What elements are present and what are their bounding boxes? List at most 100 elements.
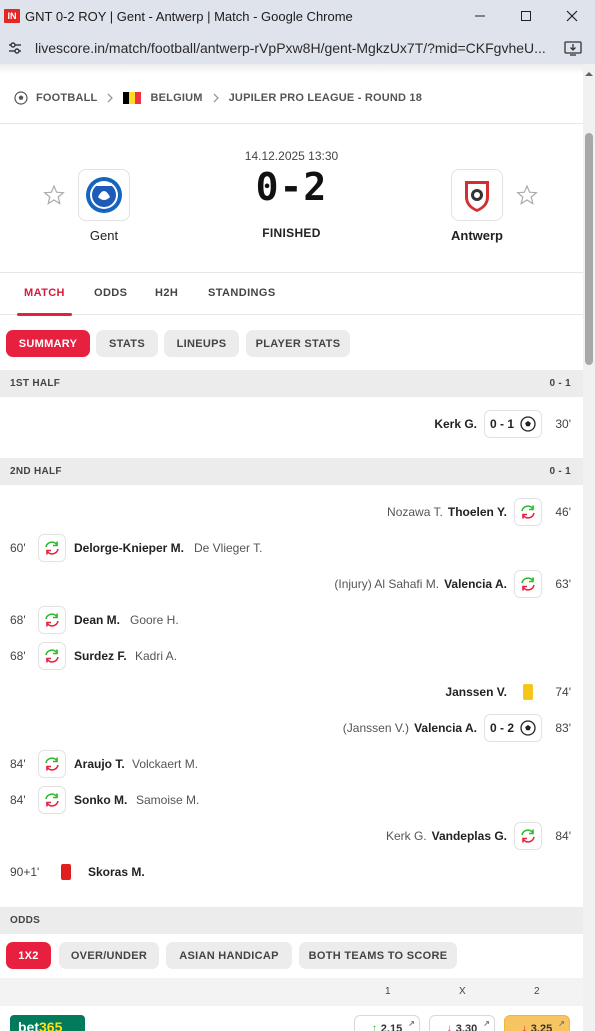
substitution-icon (45, 613, 59, 627)
event-row[interactable]: 60' Delorge-Knieper M. De Vlieger T. (0, 533, 583, 563)
subtab-player-stats[interactable]: PLAYER STATS (246, 330, 350, 357)
event-assist[interactable]: (Injury) Al Sahafi M. (334, 577, 439, 591)
event-player[interactable]: Dean M. (74, 613, 120, 627)
event-player[interactable]: Sonko M. (74, 793, 127, 807)
odds-up-arrow-icon: ↑ (371, 1023, 377, 1031)
browser-titlebar: IN GNT 0-2 ROY | Gent - Antwerp | Match … (0, 0, 595, 32)
subtab-lineups[interactable]: LINEUPS (164, 330, 239, 357)
address-bar: livescore.in/match/football/antwerp-rVpP… (0, 32, 595, 64)
odds-market-over-under[interactable]: OVER/UNDER (59, 942, 159, 969)
bet365-logo-number: 365 (39, 1019, 63, 1031)
substitution-badge (38, 606, 66, 634)
chevron-right-icon (108, 93, 114, 103)
antwerp-crest-icon (465, 181, 489, 212)
antwerp-logo[interactable] (451, 169, 503, 221)
event-assist[interactable]: Samoise M. (136, 793, 199, 807)
tab-h2h[interactable]: H2H (155, 287, 178, 299)
install-app-icon[interactable] (563, 39, 583, 57)
divider (0, 123, 583, 124)
goal-score: 0 - 2 (489, 721, 514, 735)
event-minute: 63' (555, 577, 571, 591)
red-card-badge (52, 858, 80, 886)
odds-market-1x2[interactable]: 1X2 (6, 942, 51, 969)
url-field[interactable]: livescore.in/match/football/antwerp-rVpP… (35, 40, 550, 56)
section-header-1st-half: 1ST HALF 0 - 1 (0, 370, 583, 397)
odds-market-btts[interactable]: BOTH TEAMS TO SCORE (299, 942, 457, 969)
favorite-away-star-icon[interactable] (516, 184, 538, 206)
active-tab-indicator (17, 313, 72, 316)
event-assist[interactable]: (Janssen V.) (343, 721, 409, 735)
event-player[interactable]: Surdez F. (74, 649, 127, 663)
event-player[interactable]: Janssen V. (445, 685, 507, 699)
favorite-home-star-icon[interactable] (43, 184, 65, 206)
subtab-summary[interactable]: SUMMARY (6, 330, 90, 357)
home-team-name[interactable]: Gent (54, 228, 154, 243)
event-row[interactable]: 68' Dean M. Goore H. (0, 605, 583, 635)
event-player[interactable]: Vandeplas G. (432, 829, 507, 843)
event-row[interactable]: Nozawa T. Thoelen Y. 46' (0, 497, 583, 527)
event-assist[interactable]: Kerk G. (386, 829, 427, 843)
event-player[interactable]: Thoelen Y. (448, 505, 507, 519)
event-player[interactable]: Valencia A. (414, 721, 477, 735)
substitution-badge (38, 642, 66, 670)
odds-down-arrow-icon: ↓ (446, 1023, 452, 1031)
event-player[interactable]: Kerk G. (434, 417, 477, 431)
away-team-name[interactable]: Antwerp (427, 228, 527, 243)
event-assist[interactable]: De Vlieger T. (194, 541, 262, 555)
page-content: FOOTBALL BELGIUM JUPILER PRO LEAGUE - RO… (0, 64, 583, 1031)
odds-column-header: 1 X 2 (0, 978, 583, 1006)
gent-logo[interactable] (78, 169, 130, 221)
odds-button-away[interactable]: ↓ 3.25 ↗ (504, 1015, 570, 1031)
window-title: GNT 0-2 ROY | Gent - Antwerp | Match - G… (25, 8, 353, 24)
event-row[interactable]: Kerk G. 0 - 1 30' (0, 409, 583, 439)
event-row[interactable]: Janssen V. 74' (0, 677, 583, 707)
match-datetime: 14.12.2025 13:30 (244, 149, 339, 163)
tab-standings[interactable]: STANDINGS (208, 287, 276, 299)
event-row[interactable]: (Janssen V.) Valencia A. 0 - 2 83' (0, 713, 583, 743)
event-row[interactable]: 68' Surdez F. Kadri A. (0, 641, 583, 671)
event-player[interactable]: Skoras M. (88, 865, 145, 879)
event-row[interactable]: (Injury) Al Sahafi M. Valencia A. 63' (0, 569, 583, 599)
odds-market-asian-handicap[interactable]: ASIAN HANDICAP (166, 942, 292, 969)
event-row[interactable]: 84' Araujo T. Volckaert M. (0, 749, 583, 779)
substitution-icon (45, 649, 59, 663)
belgium-flag-icon (123, 92, 142, 104)
event-player[interactable]: Araujo T. (74, 757, 125, 771)
odds-button-home[interactable]: ↑ 2.15 ↗ (354, 1015, 420, 1031)
event-player[interactable]: Valencia A. (444, 577, 507, 591)
external-link-icon: ↗ (483, 1019, 490, 1028)
goal-score: 0 - 1 (489, 417, 514, 431)
event-assist[interactable]: Goore H. (130, 613, 179, 627)
football-icon (14, 91, 28, 105)
breadcrumb-sport[interactable]: FOOTBALL (36, 92, 97, 104)
event-row[interactable]: 90+1' Skoras M. (0, 857, 583, 887)
event-row[interactable]: Kerk G. Vandeplas G. 84' (0, 821, 583, 851)
event-assist[interactable]: Kadri A. (135, 649, 177, 663)
substitution-badge (38, 534, 66, 562)
breadcrumb: FOOTBALL BELGIUM JUPILER PRO LEAGUE - RO… (14, 91, 422, 105)
section-label: 2ND HALF (10, 466, 62, 477)
subtab-stats[interactable]: STATS (96, 330, 158, 357)
breadcrumb-competition[interactable]: JUPILER PRO LEAGUE - ROUND 18 (229, 92, 422, 104)
substitution-icon (45, 757, 59, 771)
event-row[interactable]: 84' Sonko M. Samoise M. (0, 785, 583, 815)
chevron-right-icon (213, 93, 219, 103)
substitution-icon (521, 505, 535, 519)
maximize-icon[interactable] (503, 0, 549, 32)
scrollbar-thumb[interactable] (585, 133, 593, 365)
close-icon[interactable] (549, 0, 595, 32)
odds-button-draw[interactable]: ↓ 3.30 ↗ (429, 1015, 495, 1031)
breadcrumb-country[interactable]: BELGIUM (150, 92, 202, 104)
minimize-icon[interactable] (457, 0, 503, 32)
site-settings-icon[interactable] (2, 35, 28, 61)
event-assist[interactable]: Nozawa T. (387, 505, 443, 519)
bet365-logo[interactable]: bet365 (10, 1015, 85, 1031)
tab-odds[interactable]: ODDS (94, 287, 127, 299)
event-player[interactable]: Delorge-Knieper M. (74, 541, 184, 555)
scroll-up-arrow-icon[interactable] (585, 70, 593, 78)
event-minute: 90+1' (10, 865, 40, 879)
event-assist[interactable]: Volckaert M. (132, 757, 198, 771)
event-minute: 83' (555, 721, 571, 735)
tab-match[interactable]: MATCH (24, 287, 65, 299)
substitution-icon (45, 793, 59, 807)
